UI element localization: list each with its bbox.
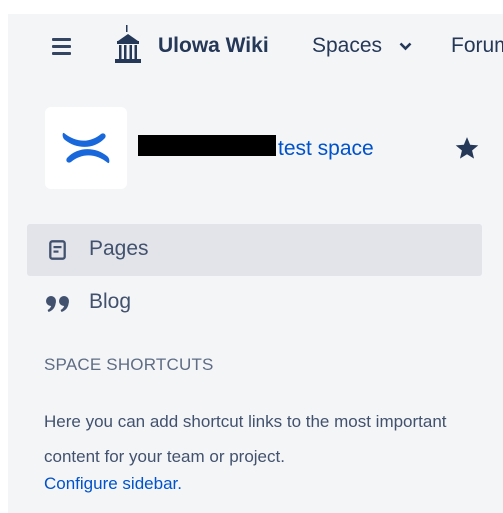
shortcuts-description: Here you can add shortcut links to the m…: [44, 412, 447, 466]
top-navigation-bar: Ulowa Wiki Spaces Forum: [8, 14, 503, 81]
nav-spaces[interactable]: Spaces: [312, 34, 382, 58]
confluence-logo-icon: [62, 132, 110, 164]
space-shortcuts-heading: SPACE SHORTCUTS: [44, 355, 214, 374]
quote-icon: [46, 296, 69, 312]
redacted-text: [138, 135, 276, 156]
space-logo[interactable]: [45, 107, 127, 189]
space-name-link[interactable]: test space: [278, 137, 374, 161]
configure-sidebar-link[interactable]: Configure sidebar.: [44, 474, 182, 494]
nav-forum[interactable]: Forum: [451, 34, 503, 58]
sidebar-item-pages[interactable]: Pages: [27, 224, 482, 276]
brand-name[interactable]: Ulowa Wiki: [158, 34, 269, 58]
space-sidebar: test space Pages Blog SPACE SHORTCUTS He…: [8, 80, 503, 513]
star-icon[interactable]: [454, 136, 480, 161]
page-icon: [49, 240, 66, 260]
hamburger-icon[interactable]: [52, 38, 74, 56]
sidebar-item-label: Blog: [89, 290, 132, 313]
chevron-down-icon[interactable]: [399, 42, 412, 51]
sidebar-item-blog[interactable]: Blog: [27, 277, 482, 329]
building-logo-icon[interactable]: [112, 25, 144, 65]
sidebar-item-label: Pages: [89, 237, 149, 260]
